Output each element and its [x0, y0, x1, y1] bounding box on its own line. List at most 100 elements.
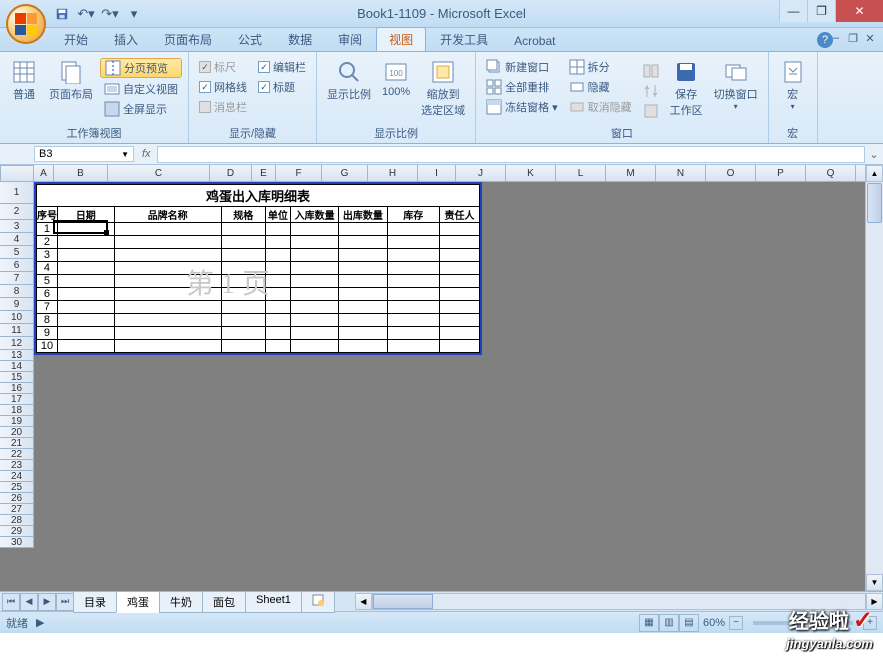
minimize-button[interactable]: —: [779, 0, 807, 22]
table-cell[interactable]: [290, 340, 338, 353]
sheet-tab[interactable]: 牛奶: [159, 591, 203, 613]
col-header[interactable]: B: [54, 165, 108, 182]
normal-view-shortcut-icon[interactable]: ▦: [639, 614, 659, 632]
table-cell[interactable]: [339, 236, 387, 249]
mdi-restore-icon[interactable]: ❐: [846, 31, 860, 45]
prev-tab-icon[interactable]: ◀: [20, 593, 38, 611]
save-icon[interactable]: [52, 4, 72, 24]
table-cell[interactable]: 10: [37, 340, 58, 353]
col-header[interactable]: C: [108, 165, 210, 182]
custom-views-button[interactable]: 自定义视图: [100, 80, 182, 98]
scroll-up-icon[interactable]: ▲: [866, 165, 883, 182]
table-cell[interactable]: [57, 340, 114, 353]
qat-customize-icon[interactable]: ▾: [124, 4, 144, 24]
tab-审阅[interactable]: 审阅: [326, 28, 374, 51]
table-cell[interactable]: [114, 223, 221, 236]
table-cell[interactable]: [57, 249, 114, 262]
table-cell[interactable]: [339, 314, 387, 327]
table-cell[interactable]: [387, 275, 439, 288]
switch-windows-button[interactable]: 切换窗口▾: [710, 54, 762, 113]
table-cell[interactable]: [114, 301, 221, 314]
row-header[interactable]: 24: [0, 471, 34, 482]
table-cell[interactable]: [114, 262, 221, 275]
row-header[interactable]: 20: [0, 427, 34, 438]
row-header[interactable]: 9: [0, 298, 34, 311]
table-header[interactable]: 出库数量: [339, 207, 387, 223]
table-cell[interactable]: [265, 236, 290, 249]
col-header[interactable]: G: [322, 165, 368, 182]
hscroll-thumb[interactable]: [373, 594, 433, 609]
table-cell[interactable]: [440, 249, 480, 262]
table-header[interactable]: 规格: [221, 207, 265, 223]
table-cell[interactable]: [57, 288, 114, 301]
table-cell[interactable]: [339, 262, 387, 275]
table-header[interactable]: 品牌名称: [114, 207, 221, 223]
formula-bar-checkbox[interactable]: ✓编辑栏: [254, 58, 310, 76]
table-cell[interactable]: 3: [37, 249, 58, 262]
mdi-close-icon[interactable]: ✕: [863, 31, 877, 45]
table-header[interactable]: 日期: [57, 207, 114, 223]
table-cell[interactable]: [440, 275, 480, 288]
table-cell[interactable]: [114, 275, 221, 288]
row-header[interactable]: 5: [0, 246, 34, 259]
col-header[interactable]: O: [706, 165, 756, 182]
table-cell[interactable]: [339, 275, 387, 288]
table-cell[interactable]: [265, 223, 290, 236]
page-break-shortcut-icon[interactable]: ▤: [679, 614, 699, 632]
save-workspace-button[interactable]: 保存 工作区: [666, 54, 707, 120]
redo-icon[interactable]: ↷▾: [100, 4, 120, 24]
worksheet-grid[interactable]: ABCDEFGHIJKLMNOPQR 123456789101112131415…: [0, 165, 865, 591]
vertical-scrollbar[interactable]: ▲ ▼: [865, 165, 883, 591]
name-box[interactable]: B3▼: [34, 146, 134, 162]
tab-数据[interactable]: 数据: [276, 28, 324, 51]
table-cell[interactable]: [265, 288, 290, 301]
expand-formula-bar-icon[interactable]: ⌄: [865, 148, 883, 161]
new-window-button[interactable]: 新建窗口: [482, 58, 562, 76]
tab-公式[interactable]: 公式: [226, 28, 274, 51]
select-all-button[interactable]: [0, 165, 34, 182]
tab-视图[interactable]: 视图: [376, 27, 426, 51]
row-header[interactable]: 29: [0, 526, 34, 537]
row-header[interactable]: 7: [0, 272, 34, 285]
freeze-panes-button[interactable]: 冻结窗格 ▾: [482, 98, 562, 116]
page-break-preview-button[interactable]: 分页预览: [100, 58, 182, 78]
table-cell[interactable]: [387, 288, 439, 301]
table-cell[interactable]: 9: [37, 327, 58, 340]
table-cell[interactable]: [387, 301, 439, 314]
ruler-checkbox[interactable]: ✓标尺: [195, 58, 251, 76]
row-header[interactable]: 15: [0, 372, 34, 383]
table-cell[interactable]: [57, 314, 114, 327]
row-header[interactable]: 17: [0, 394, 34, 405]
table-cell[interactable]: [221, 236, 265, 249]
last-tab-icon[interactable]: ⏭: [56, 593, 74, 611]
table-cell[interactable]: [265, 314, 290, 327]
record-macro-icon[interactable]: ▶: [36, 616, 44, 629]
table-cell[interactable]: [265, 275, 290, 288]
sheet-tab[interactable]: 目录: [73, 591, 117, 613]
table-cell[interactable]: [57, 275, 114, 288]
table-header[interactable]: 入库数量: [290, 207, 338, 223]
row-header[interactable]: 21: [0, 438, 34, 449]
row-header[interactable]: 25: [0, 482, 34, 493]
table-cell[interactable]: [440, 288, 480, 301]
col-header[interactable]: R: [856, 165, 865, 182]
table-cell[interactable]: [114, 236, 221, 249]
row-header[interactable]: 22: [0, 449, 34, 460]
table-cell[interactable]: [221, 301, 265, 314]
table-cell[interactable]: [440, 223, 480, 236]
table-cell[interactable]: [290, 249, 338, 262]
page-layout-shortcut-icon[interactable]: ▥: [659, 614, 679, 632]
table-cell[interactable]: [221, 262, 265, 275]
fx-icon[interactable]: fx: [142, 148, 151, 160]
table-cell[interactable]: [265, 249, 290, 262]
table-cell[interactable]: [339, 327, 387, 340]
table-cell[interactable]: [114, 340, 221, 353]
table-cell[interactable]: 7: [37, 301, 58, 314]
tab-页面布局[interactable]: 页面布局: [152, 28, 224, 51]
table-cell[interactable]: [221, 288, 265, 301]
col-header[interactable]: L: [556, 165, 606, 182]
table-cell[interactable]: [387, 314, 439, 327]
table-cell[interactable]: [290, 327, 338, 340]
col-header[interactable]: M: [606, 165, 656, 182]
table-cell[interactable]: [339, 249, 387, 262]
